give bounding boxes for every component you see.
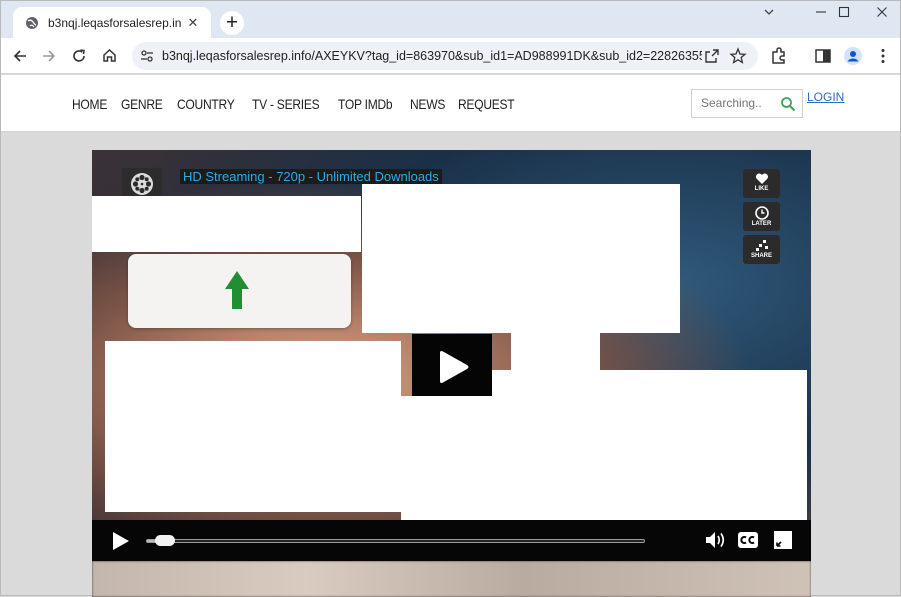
nav-genre[interactable]: GENRE <box>121 96 163 112</box>
reload-icon[interactable] <box>66 43 92 69</box>
browser-toolbar: b3nqj.leqasforsalesrep.info/AXEYKV?tag_i… <box>1 38 900 74</box>
ad-overlay-2[interactable] <box>362 184 680 333</box>
big-play-button[interactable] <box>412 334 492 396</box>
browser-window: b3nqj.leqasforsalesrep.info/AXE ✕ + <box>0 0 901 597</box>
player-controls <box>92 520 811 561</box>
video-player[interactable]: HD Streaming - 720p - Unlimited Download… <box>92 150 811 597</box>
later-button[interactable]: LATER <box>743 202 780 231</box>
closed-captions-icon[interactable] <box>737 531 759 549</box>
player-lower-area <box>92 561 811 597</box>
film-reel-icon <box>122 168 162 198</box>
browser-tab[interactable]: b3nqj.leqasforsalesrep.info/AXE ✕ <box>13 7 211 38</box>
address-bar[interactable]: b3nqj.leqasforsalesrep.info/AXEYKV?tag_i… <box>132 42 758 70</box>
later-label: LATER <box>751 221 772 227</box>
volume-icon[interactable] <box>705 531 727 549</box>
globe-icon <box>26 16 38 29</box>
ad-overlay-6[interactable] <box>511 333 600 371</box>
ad-overlay-5[interactable] <box>489 370 807 520</box>
forward-icon[interactable] <box>36 43 62 69</box>
site-header: HOME GENRE COUNTRY TV - SERIES TOP IMDb … <box>1 75 900 132</box>
url-text[interactable]: b3nqj.leqasforsalesrep.info/AXEYKV?tag_i… <box>162 49 702 63</box>
up-arrow-icon <box>225 271 249 309</box>
progress-knob[interactable] <box>155 535 175 546</box>
chevron-down-icon[interactable] <box>747 4 791 26</box>
back-icon[interactable] <box>7 43 33 69</box>
ad-overlay-3[interactable] <box>105 341 401 512</box>
side-panel-icon[interactable] <box>813 46 833 66</box>
site-info-icon[interactable] <box>139 48 155 64</box>
search-icon[interactable] <box>780 96 796 112</box>
search-input[interactable] <box>701 96 771 110</box>
profile-avatar-icon[interactable] <box>843 46 863 66</box>
more-menu-icon[interactable] <box>873 46 893 66</box>
close-icon[interactable] <box>860 4 901 26</box>
heart-icon <box>755 173 768 184</box>
tab-title: b3nqj.leqasforsalesrep.info/AXE <box>48 15 181 30</box>
ad-overlay-1[interactable] <box>92 196 361 252</box>
download-card[interactable] <box>128 254 351 328</box>
streaming-banner[interactable]: HD Streaming - 720p - Unlimited Download… <box>180 169 442 184</box>
new-tab-button[interactable]: + <box>220 11 244 35</box>
tab-strip: b3nqj.leqasforsalesrep.info/AXE ✕ + <box>1 1 900 38</box>
search-box <box>691 89 803 118</box>
nav-news[interactable]: NEWS <box>410 96 445 112</box>
play-icon <box>440 351 469 383</box>
clock-icon <box>754 206 769 220</box>
extensions-icon[interactable] <box>769 46 789 66</box>
like-button[interactable]: LIKE <box>743 169 780 198</box>
like-label: LIKE <box>754 186 769 192</box>
tab-close-icon[interactable]: ✕ <box>185 15 201 31</box>
login-link[interactable]: LOGIN <box>807 90 844 104</box>
play-icon[interactable] <box>112 531 130 551</box>
share-icon <box>755 240 768 251</box>
share-label: SHARE <box>750 253 772 259</box>
share-button[interactable]: SHARE <box>743 235 780 264</box>
nav-home[interactable]: HOME <box>72 96 107 112</box>
home-icon[interactable] <box>96 43 122 69</box>
progress-bar[interactable] <box>146 535 645 546</box>
nav-request[interactable]: REQUEST <box>458 96 515 112</box>
bookmark-star-icon[interactable] <box>729 47 747 65</box>
nav-tv-series[interactable]: TV - SERIES <box>252 96 320 112</box>
nav-top-imdb[interactable]: TOP IMDb <box>338 96 393 112</box>
main-nav: HOME GENRE COUNTRY TV - SERIES TOP IMDb … <box>72 96 524 112</box>
nav-country[interactable]: COUNTRY <box>177 96 235 112</box>
share-page-icon[interactable] <box>703 47 721 65</box>
fullscreen-icon[interactable] <box>773 530 793 550</box>
